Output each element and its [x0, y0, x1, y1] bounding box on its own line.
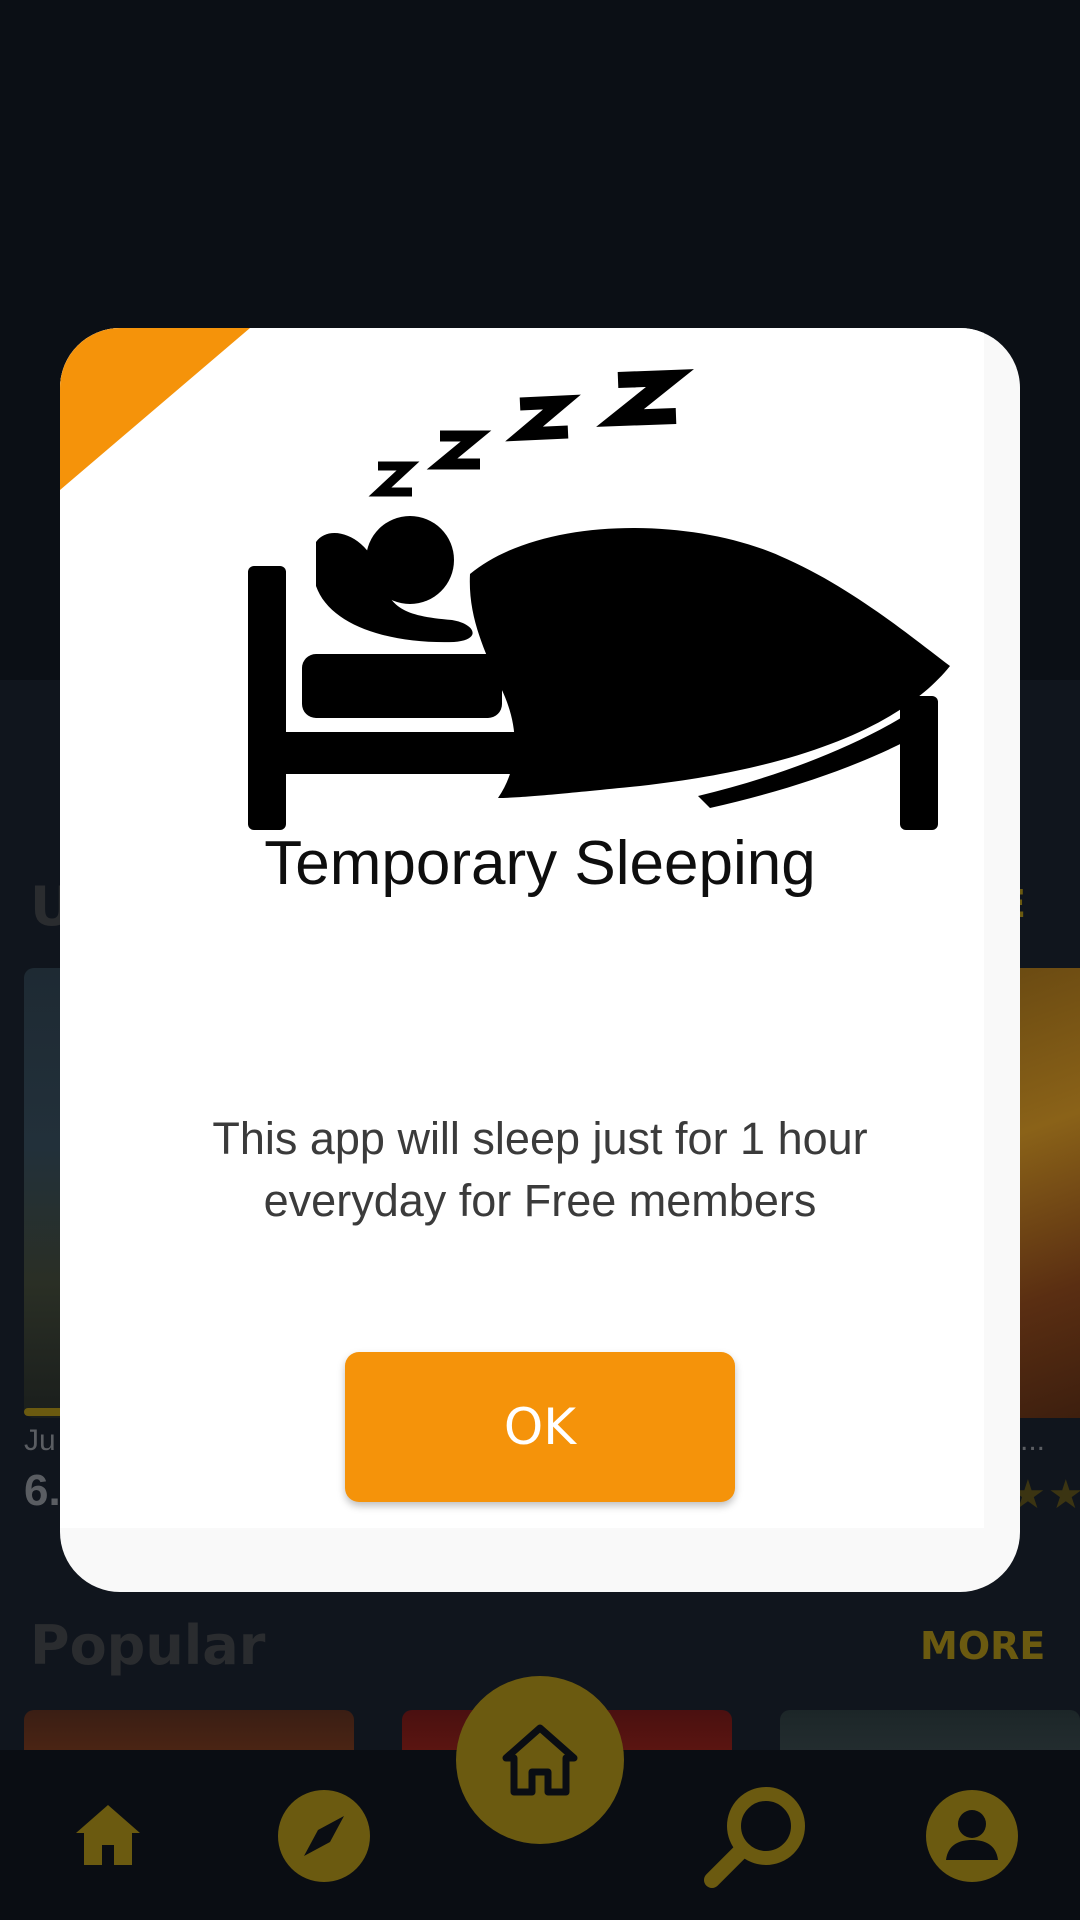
- ok-button[interactable]: OK: [345, 1352, 735, 1502]
- home-icon: [76, 1805, 140, 1865]
- nav-home-button[interactable]: [68, 1795, 148, 1875]
- nav-profile-button[interactable]: [924, 1788, 1020, 1884]
- movie-title-left: Ju: [24, 1424, 56, 1457]
- search-icon: [704, 1787, 805, 1888]
- sleeping-in-bed-icon: [248, 369, 950, 830]
- movie-title-right: ...: [1020, 1424, 1046, 1457]
- nav-explore-button[interactable]: [276, 1788, 372, 1884]
- dialog-message: This app will sleep just for 1 hour ever…: [212, 1113, 868, 1226]
- popular-more-link[interactable]: MORE: [920, 1624, 1045, 1668]
- profile-icon: [926, 1790, 1018, 1882]
- screen: U E Ju 6. ... ★★ Popular MORE: [0, 0, 1080, 1920]
- dialog-title: Temporary Sleeping: [264, 829, 816, 898]
- home-center-icon: [502, 1724, 578, 1796]
- movie-rating-left: 6.: [24, 1466, 61, 1515]
- nav-center-home-button[interactable]: [456, 1676, 624, 1844]
- sleep-dialog: Temporary Sleeping This app will sleep j…: [60, 328, 1020, 1592]
- movie-stars-right: ★★: [1010, 1473, 1080, 1517]
- compass-icon: [278, 1790, 370, 1882]
- popular-section-title: Popular: [30, 1614, 266, 1677]
- nav-search-button[interactable]: [700, 1780, 812, 1892]
